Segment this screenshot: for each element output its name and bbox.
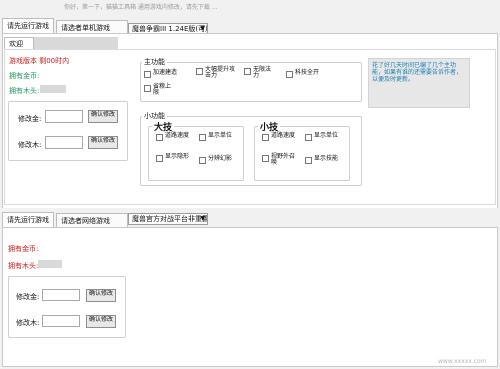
tab-run-game[interactable]: 请先运行游戏 — [2, 18, 54, 34]
checkbox-right-summon-label: 视野外召唤 — [271, 153, 296, 166]
game-version-value: 魔兽争霸III 1.24E版(可用) — [132, 25, 208, 33]
watermark: www.xxxxx.com — [438, 358, 487, 365]
checkbox-tech-unlock[interactable]: 科技全开 — [286, 70, 332, 78]
checkbox-left-show-hidden-label: 显示隐形 — [165, 153, 190, 160]
bottom-modify-wood-label: 修改木: — [16, 319, 40, 327]
modify-gold-label: 修改金: — [18, 115, 42, 123]
chevron-down-icon: ▼ — [200, 215, 205, 222]
network-game-value: 魔兽官方对战平台非重置版 — [132, 215, 208, 223]
network-game-select[interactable]: 魔兽官方对战平台非重置版 ▼ — [128, 213, 208, 225]
checkbox-fast-build[interactable]: 加速建造 — [144, 70, 194, 78]
bottom-wood-label: 拥有木头: — [8, 262, 39, 270]
wood-label: 拥有木头: — [9, 87, 40, 95]
bottom-modify-gold-label: 修改金: — [16, 293, 40, 301]
checkbox-tech-unlock-label: 科技全开 — [295, 69, 320, 76]
checkbox-fast-build-label: 加速建造 — [153, 69, 178, 76]
wood-value-bar — [40, 85, 66, 93]
checkbox-attack-boost-label: 大幅提升攻击力 — [205, 66, 236, 79]
checkbox-right-summon[interactable]: 视野外召唤 — [262, 154, 300, 166]
main-function-title: 主功能 — [142, 57, 167, 67]
checkbox-right-road-speed-label: 道路速度 — [271, 132, 296, 139]
modify-gold-input[interactable] — [45, 110, 83, 123]
checkbox-left-road-speed[interactable]: 道路速度 — [156, 133, 194, 141]
tab-bottom-run-game[interactable]: 请先运行游戏 — [2, 212, 54, 228]
checkbox-right-show-units-label: 显示单位 — [314, 132, 339, 139]
bottom-gold-label: 拥有金币: — [8, 245, 39, 253]
checkbox-left-illusion[interactable]: 分辨幻影 — [199, 156, 243, 164]
bottom-wood-value-bar — [38, 260, 62, 268]
checkbox-left-road-speed-label: 道路速度 — [165, 132, 190, 139]
modify-wood-input[interactable] — [45, 136, 83, 149]
checkbox-left-show-hidden[interactable]: 显示隐形 — [156, 154, 194, 162]
checkbox-right-road-speed[interactable]: 道路速度 — [262, 133, 300, 141]
bottom-modify-wood-input[interactable] — [42, 315, 80, 327]
author-note: 花了好几天时间已编了几个主功能，如果有谁的还需要告诉作者，以便及时更新。 — [372, 62, 463, 83]
checkbox-infinite-mana-label: 无限法力 — [253, 66, 272, 79]
bottom-confirm-wood-button[interactable]: 确认修改 — [86, 315, 116, 328]
modify-wood-label: 修改木: — [18, 141, 42, 149]
game-version-text: 游戏版本 剩00时内 — [9, 57, 70, 65]
tab-network-game[interactable]: 请选者网络游戏 — [56, 213, 128, 228]
confirm-wood-button[interactable]: 确认修改 — [88, 136, 118, 149]
checkbox-left-illusion-label: 分辨幻影 — [208, 155, 233, 162]
bottom-modify-gold-input[interactable] — [42, 289, 80, 301]
checkbox-attack-boost[interactable]: 大幅提升攻击力 — [196, 67, 240, 79]
checkbox-food-cap-label: 省粮上限 — [153, 83, 172, 96]
checkbox-infinite-mana[interactable]: 无限法力 — [244, 67, 276, 79]
top-banner-text: 你好，第一下，猫猫工具箱 通用游戏内修改，请先下载 ... — [64, 4, 218, 11]
checkbox-right-show-units[interactable]: 显示单位 — [305, 133, 341, 141]
subtab-strip — [34, 37, 118, 49]
checkbox-right-show-skills[interactable]: 显示技能 — [305, 156, 349, 164]
gold-label: 拥有金币: — [9, 72, 40, 80]
checkbox-food-cap[interactable]: 省粮上限 — [144, 84, 176, 96]
bottom-confirm-gold-button[interactable]: 确认修改 — [86, 289, 116, 302]
checkbox-right-show-skills-label: 显示技能 — [314, 155, 339, 162]
confirm-gold-button[interactable]: 确认修改 — [88, 110, 118, 123]
bottom-modify-group — [8, 276, 126, 338]
checkbox-left-show-units[interactable]: 显示单位 — [199, 133, 235, 141]
checkbox-left-show-units-label: 显示单位 — [208, 132, 233, 139]
